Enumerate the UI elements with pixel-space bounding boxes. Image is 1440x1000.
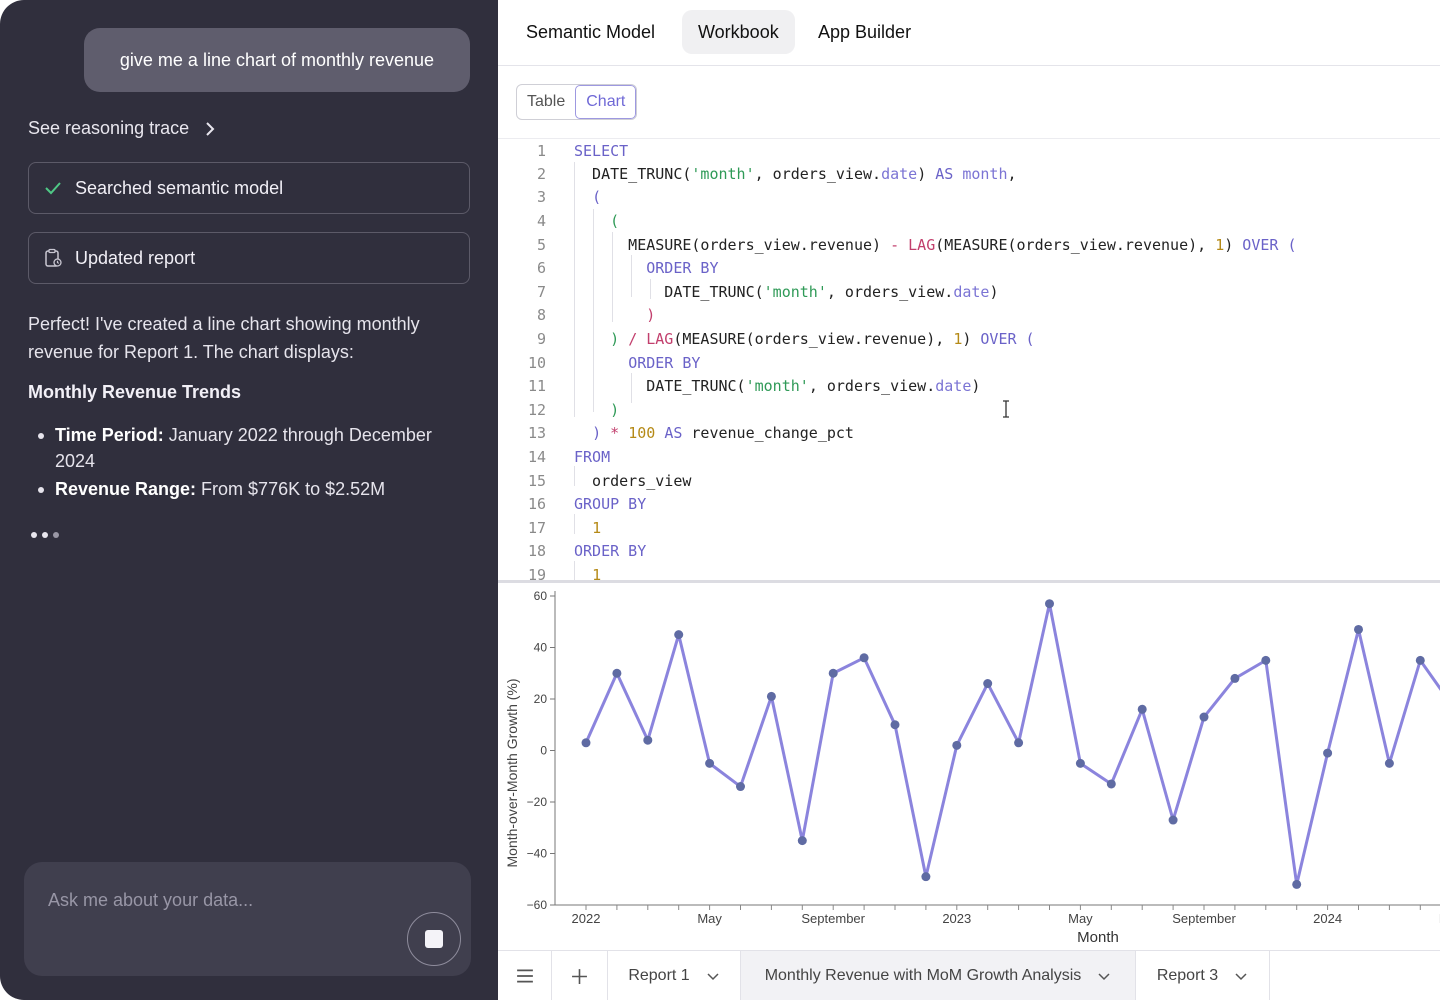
tab-app-builder[interactable]: App Builder [802,10,927,54]
y-axis-label: Month-over-Month Growth (%) [504,678,520,867]
chevron-down-icon [1098,973,1110,981]
data-point[interactable] [1014,738,1024,748]
x-tick-label: May [697,911,722,926]
data-point[interactable] [1415,655,1425,665]
step-label: Updated report [75,247,196,268]
x-axis-label: Month [1077,929,1119,946]
list-item: Revenue Range: From $776K to $2.52M [28,476,468,502]
text-cursor-icon [1003,400,1009,418]
typing-indicator [31,532,59,538]
step-updated-report[interactable]: Updated report [28,232,470,284]
bullet-label: Time Period: [55,425,164,445]
data-point[interactable] [983,679,993,689]
add-report-button[interactable] [552,951,608,1000]
check-icon [45,182,61,195]
user-message-text: give me a line chart of monthly revenue [119,49,435,70]
data-point[interactable] [1199,712,1209,722]
report-tabs-bar: Report 1 Monthly Revenue with MoM Growth… [498,950,1440,1000]
menu-button[interactable] [498,951,552,1000]
y-tick-label: 40 [534,641,548,655]
data-point[interactable] [581,738,591,748]
x-tick-label: May [1068,911,1093,926]
x-tick-label: September [801,911,865,926]
assistant-bullet-list: Time Period: January 2022 through Decemb… [28,422,468,504]
tab-semantic-model[interactable]: Semantic Model [510,10,671,54]
tab-label: Monthly Revenue with MoM Growth Analysis [764,967,1082,984]
list-item: Time Period: January 2022 through Decemb… [28,422,468,474]
workbook-panel: Semantic Model Workbook App Builder Tabl… [498,0,1440,1000]
plus-icon [572,968,587,984]
menu-icon [516,969,533,983]
sql-editor[interactable]: 1 SELECT 2 DATE_TRUNC('month', orders_vie… [498,138,1440,581]
stop-button[interactable] [407,912,461,966]
chevron-right-icon [206,121,215,136]
data-point[interactable] [736,782,745,792]
x-tick-label: September [1172,911,1236,926]
bullet-label: Revenue Range: [55,479,197,499]
data-point[interactable] [1384,758,1394,768]
clipboard-clock-icon [45,248,62,267]
data-point[interactable] [674,630,684,640]
data-point[interactable] [612,668,622,678]
y-tick-label: −20 [527,795,548,809]
step-searched-semantic-model[interactable]: Searched semantic model [28,162,470,214]
y-tick-label: 60 [534,589,548,603]
data-point[interactable] [921,872,931,882]
data-point[interactable] [1075,758,1085,768]
data-point[interactable] [1045,599,1054,609]
y-tick-label: 0 [540,744,547,758]
step-label: Searched semantic model [75,177,284,198]
data-point[interactable] [1137,704,1147,714]
toggle-table[interactable]: Table [517,85,575,119]
series-line [584,602,1440,886]
top-navigation: Semantic Model Workbook App Builder [498,0,1440,66]
data-point[interactable] [828,668,838,678]
reasoning-trace-link[interactable]: See reasoning trace [28,118,217,139]
data-point[interactable] [1168,815,1178,825]
data-point[interactable] [952,740,962,750]
tab-workbook[interactable]: Workbook [682,10,795,54]
y-tick-label: 20 [534,692,548,706]
tab-report-3[interactable]: Report 3 [1136,951,1270,1000]
tab-label: Report 3 [1156,967,1219,984]
view-toggle: Table Chart [516,84,638,120]
x-tick-label: 2023 [942,911,971,926]
y-tick-label: −40 [527,847,548,861]
y-tick-label: −60 [527,898,548,912]
data-point[interactable] [859,653,869,663]
reasoning-trace-label: See reasoning trace [28,118,190,138]
data-point[interactable] [766,691,776,701]
stop-icon [425,930,443,948]
data-point[interactable] [1261,655,1271,665]
data-point[interactable] [890,720,900,730]
tab-monthly-revenue[interactable]: Monthly Revenue with MoM Growth Analysis [741,951,1136,1000]
bullet-text: From $776K to $2.52M [196,479,386,499]
chat-input[interactable] [48,884,408,916]
data-point[interactable] [797,836,807,846]
chevron-down-icon [1235,973,1247,981]
data-point[interactable] [643,735,653,745]
user-message-bubble: give me a line chart of monthly revenue [84,28,470,92]
x-tick-label: 2022 [572,911,601,926]
data-point[interactable] [1230,673,1240,683]
line-chart: Month-over-Month Growth (%) Month 60 40 20… [504,589,1440,946]
data-point[interactable] [705,758,715,768]
toggle-chart[interactable]: Chart [575,85,637,119]
x-tick-label: 2024 [1313,911,1342,926]
tab-label: Report 1 [628,967,690,984]
data-point[interactable] [1323,748,1333,758]
chat-input-container [24,862,471,976]
data-point[interactable] [1354,624,1363,634]
data-point[interactable] [1106,779,1116,789]
chat-panel: give me a line chart of monthly revenue … [0,0,498,1000]
data-point[interactable] [1292,879,1302,889]
tab-report-1[interactable]: Report 1 [608,951,741,1000]
assistant-message: Perfect! I've created a line chart showi… [28,314,420,362]
chevron-down-icon [707,973,719,981]
assistant-section-title: Monthly Revenue Trends [28,382,242,402]
